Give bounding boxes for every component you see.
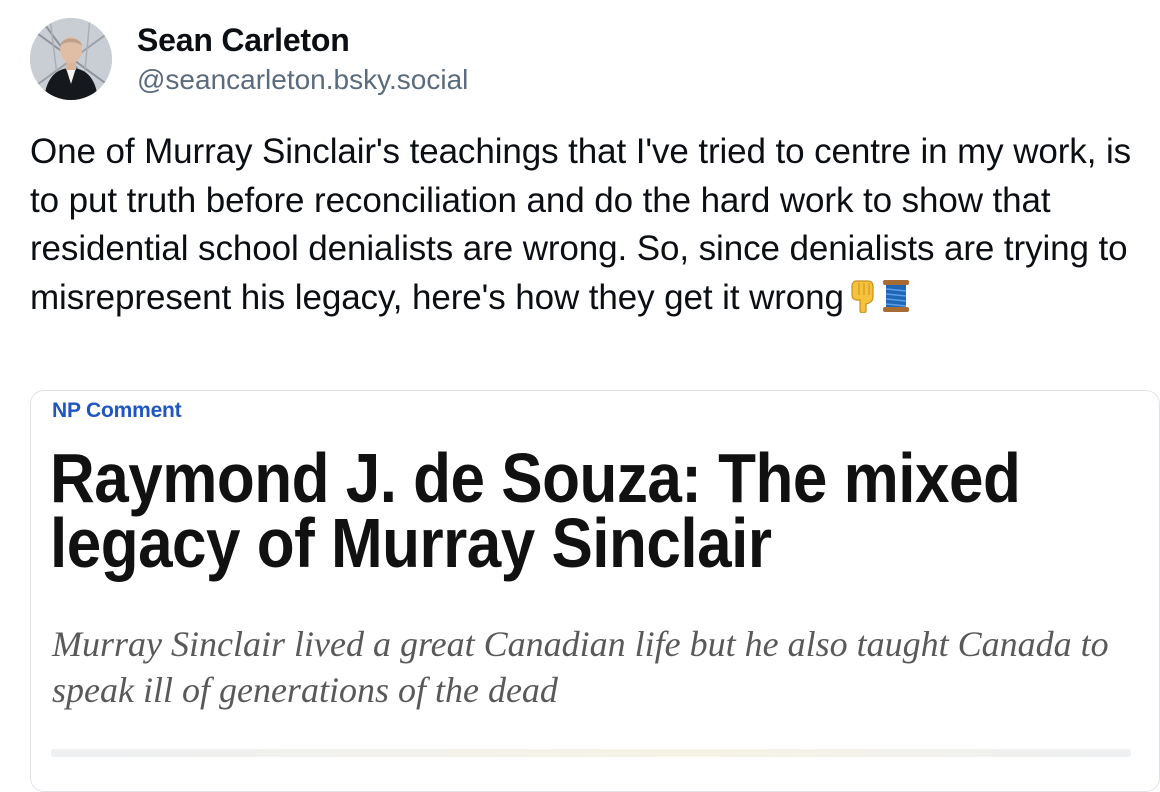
link-embed-card[interactable]: NP Comment Raymond J. de Souza: The mixe…: [30, 390, 1160, 792]
author-name[interactable]: Sean Carleton: [137, 22, 350, 59]
backhand-index-pointing-down-icon: [850, 278, 876, 327]
avatar-photo: [30, 18, 112, 100]
author-handle[interactable]: @seancarleton.bsky.social: [137, 64, 468, 96]
post-text: One of Murray Sinclair's teachings that …: [30, 128, 1155, 326]
avatar[interactable]: [30, 18, 112, 100]
embed-section-label: NP Comment: [52, 399, 182, 422]
spool-of-thread-icon: [882, 278, 910, 327]
post-body: One of Murray Sinclair's teachings that …: [30, 132, 1132, 317]
embed-deck: Murray Sinclair lived a great Canadian l…: [52, 624, 1109, 710]
embed-cropped-content: [51, 749, 1131, 757]
embed-headline: Raymond J. de Souza: The mixed legacy of…: [50, 440, 1021, 583]
